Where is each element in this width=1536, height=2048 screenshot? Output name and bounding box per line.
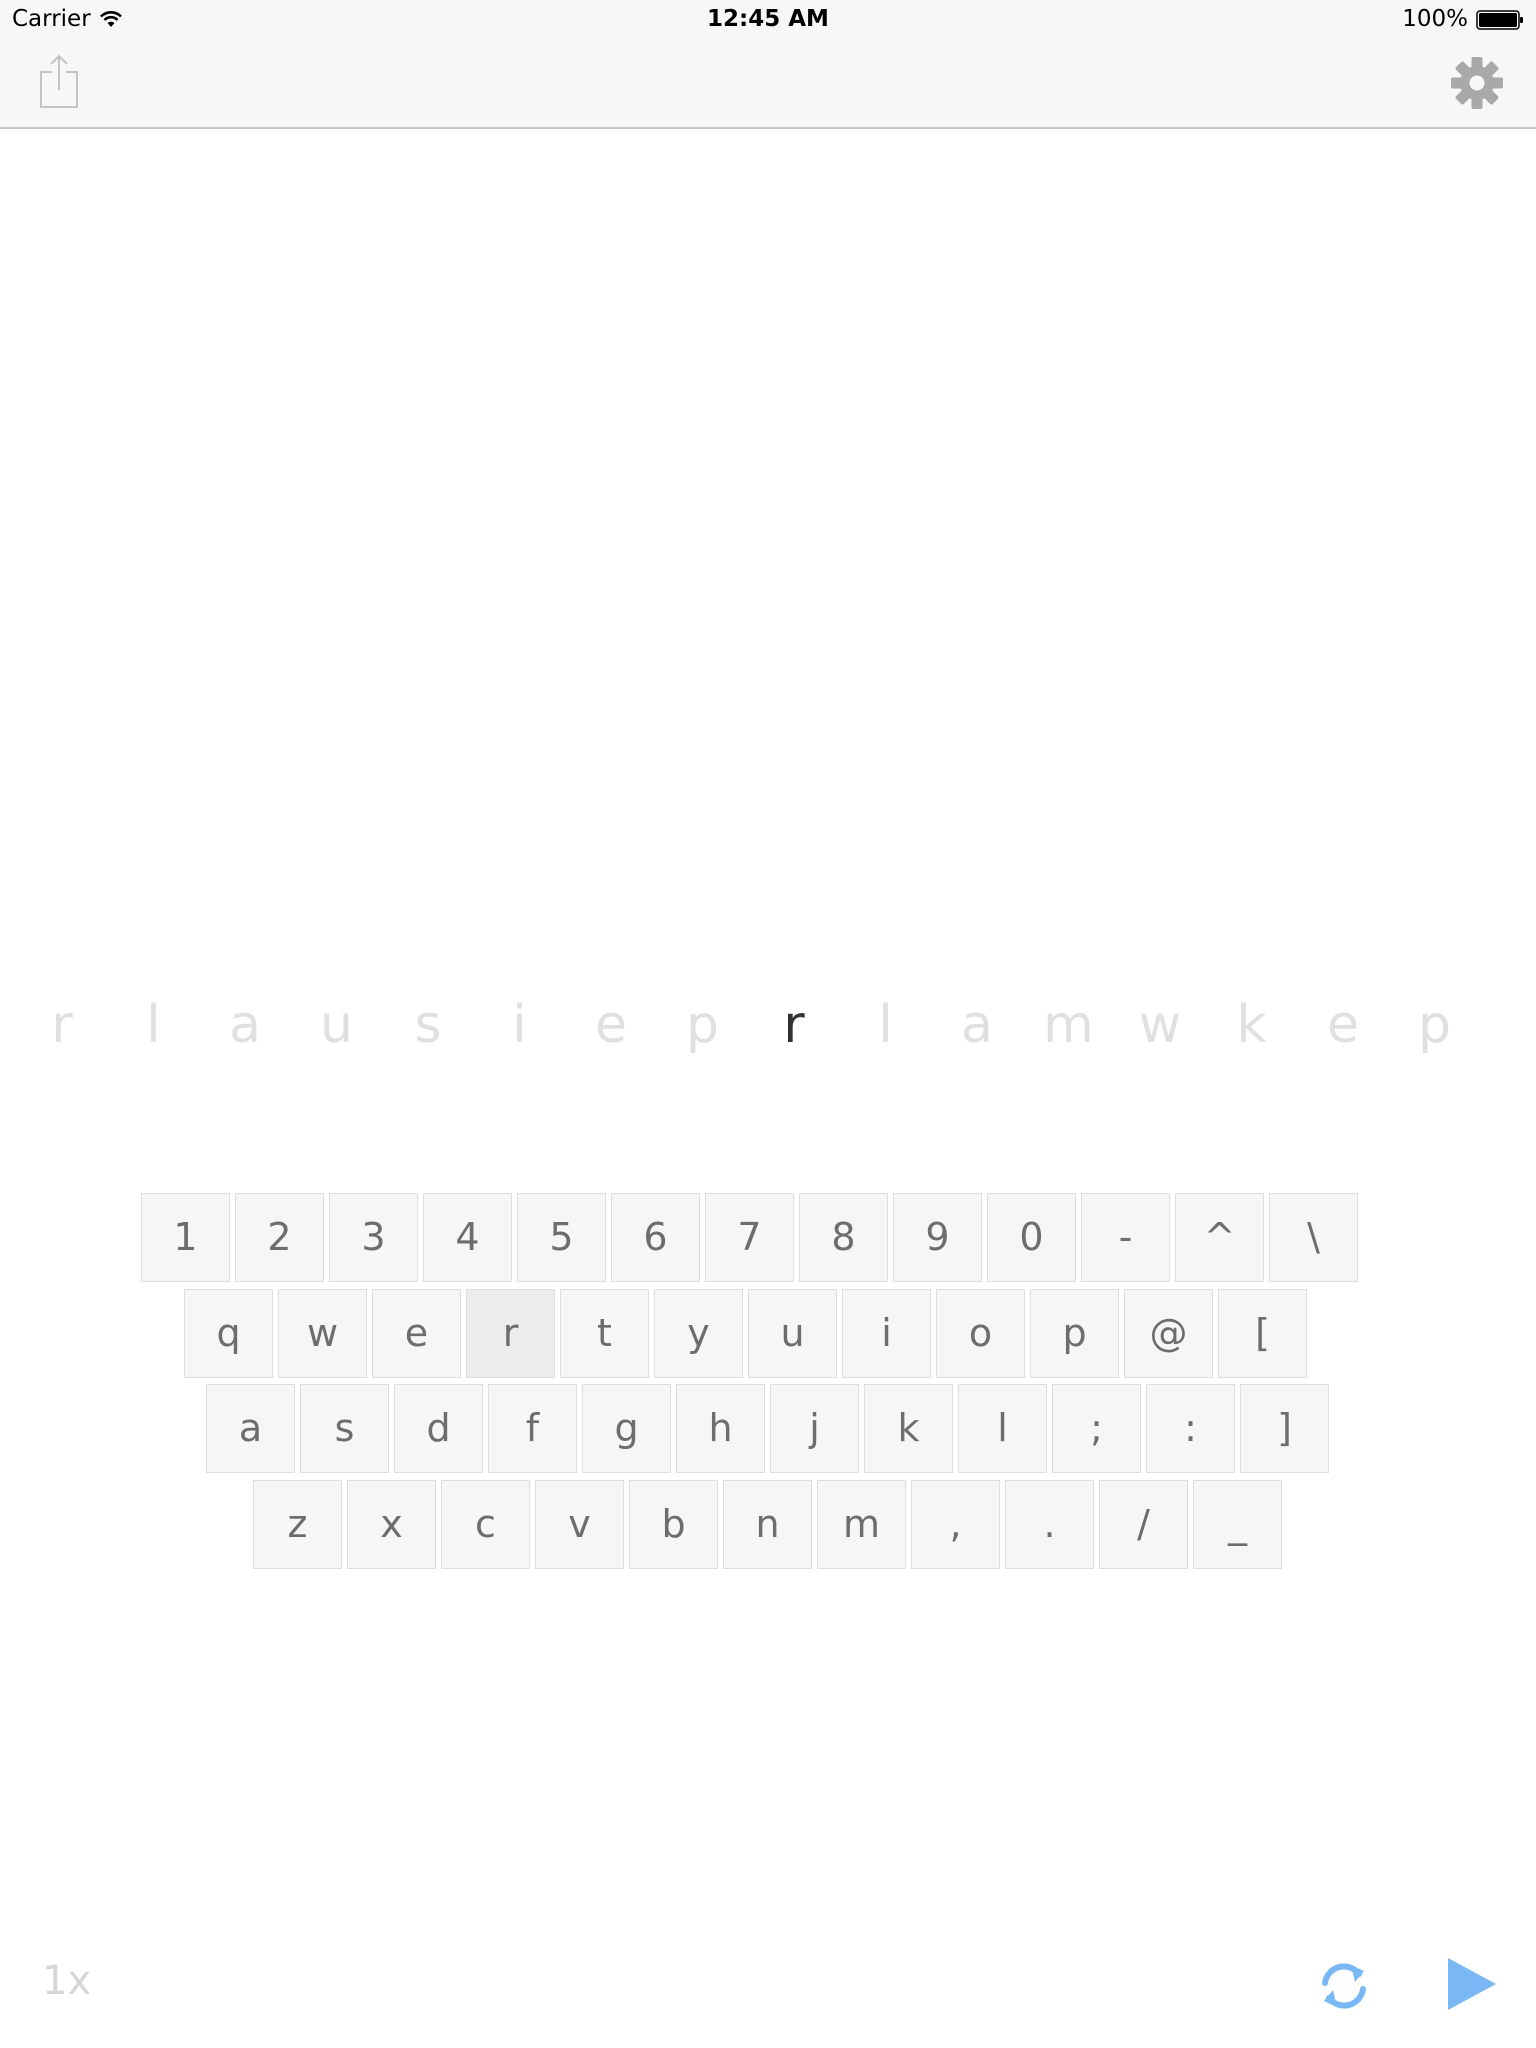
key-2-6[interactable]: j [770, 1384, 859, 1473]
key-0-11[interactable]: ^ [1175, 1193, 1264, 1282]
key-2-9[interactable]: ; [1052, 1384, 1141, 1473]
strip-letter: p [1417, 995, 1451, 1055]
battery-percent: 100% [1402, 6, 1468, 32]
app-root: Carrier 12:45 AM 100% r l a u s i e p r … [0, 0, 1536, 2048]
key-3-8[interactable]: . [1005, 1480, 1094, 1569]
strip-letter: l [146, 995, 161, 1055]
key-1-8[interactable]: o [936, 1289, 1025, 1378]
strip-letter: a [229, 995, 261, 1055]
key-3-9[interactable]: / [1099, 1480, 1188, 1569]
key-0-0[interactable]: 1 [141, 1193, 230, 1282]
key-2-11[interactable]: ] [1240, 1384, 1329, 1473]
key-0-3[interactable]: 4 [423, 1193, 512, 1282]
gear-icon[interactable] [1450, 56, 1504, 110]
key-0-5[interactable]: 6 [611, 1193, 700, 1282]
strip-letter: l [878, 995, 893, 1055]
share-icon[interactable] [36, 54, 82, 110]
key-0-1[interactable]: 2 [235, 1193, 324, 1282]
key-0-12[interactable]: \ [1269, 1193, 1358, 1282]
key-3-0[interactable]: z [253, 1480, 342, 1569]
key-1-6[interactable]: u [748, 1289, 837, 1378]
key-1-10[interactable]: @ [1124, 1289, 1213, 1378]
key-2-1[interactable]: s [300, 1384, 389, 1473]
key-1-3[interactable]: r [466, 1289, 555, 1378]
clock: 12:45 AM [707, 6, 829, 32]
strip-letter: e [595, 995, 627, 1055]
play-icon[interactable] [1446, 1956, 1498, 2012]
toolbar [0, 40, 1536, 129]
key-0-9[interactable]: 0 [987, 1193, 1076, 1282]
key-1-0[interactable]: q [184, 1289, 273, 1378]
status-bar: Carrier 12:45 AM 100% [0, 0, 1536, 40]
key-3-10[interactable]: _ [1193, 1480, 1282, 1569]
key-1-11[interactable]: [ [1218, 1289, 1307, 1378]
key-3-4[interactable]: b [629, 1480, 718, 1569]
battery-icon [1476, 10, 1523, 30]
key-0-4[interactable]: 5 [517, 1193, 606, 1282]
key-1-2[interactable]: e [372, 1289, 461, 1378]
key-2-7[interactable]: k [864, 1384, 953, 1473]
key-3-2[interactable]: c [441, 1480, 530, 1569]
strip-letter: w [1138, 995, 1182, 1055]
key-0-7[interactable]: 8 [799, 1193, 888, 1282]
key-2-2[interactable]: d [394, 1384, 483, 1473]
strip-letter: s [414, 995, 442, 1055]
speed-button[interactable]: 1x [42, 1958, 91, 2004]
key-2-4[interactable]: g [582, 1384, 671, 1473]
refresh-icon[interactable] [1316, 1958, 1372, 2014]
key-3-5[interactable]: n [723, 1480, 812, 1569]
key-0-6[interactable]: 7 [705, 1193, 794, 1282]
key-3-1[interactable]: x [347, 1480, 436, 1569]
strip-letter: m [1043, 995, 1094, 1055]
key-1-5[interactable]: y [654, 1289, 743, 1378]
strip-letter: u [320, 995, 353, 1055]
key-3-6[interactable]: m [817, 1480, 906, 1569]
key-2-10[interactable]: : [1146, 1384, 1235, 1473]
strip-letter: r [51, 995, 73, 1055]
key-1-4[interactable]: t [560, 1289, 649, 1378]
key-2-3[interactable]: f [488, 1384, 577, 1473]
current-letter: r [783, 995, 805, 1055]
key-3-7[interactable]: , [911, 1480, 1000, 1569]
strip-letter: i [512, 995, 527, 1055]
key-2-8[interactable]: l [958, 1384, 1047, 1473]
key-0-8[interactable]: 9 [893, 1193, 982, 1282]
key-1-1[interactable]: w [278, 1289, 367, 1378]
strip-letter: p [685, 995, 719, 1055]
letter-strip: rlausieprlamwkep [0, 995, 1536, 1065]
key-0-2[interactable]: 3 [329, 1193, 418, 1282]
key-2-5[interactable]: h [676, 1384, 765, 1473]
key-1-7[interactable]: i [842, 1289, 931, 1378]
key-0-10[interactable]: - [1081, 1193, 1170, 1282]
key-1-9[interactable]: p [1030, 1289, 1119, 1378]
key-3-3[interactable]: v [535, 1480, 624, 1569]
key-2-0[interactable]: a [206, 1384, 295, 1473]
strip-letter: e [1327, 995, 1359, 1055]
strip-letter: a [961, 995, 993, 1055]
strip-letter: k [1236, 995, 1267, 1055]
